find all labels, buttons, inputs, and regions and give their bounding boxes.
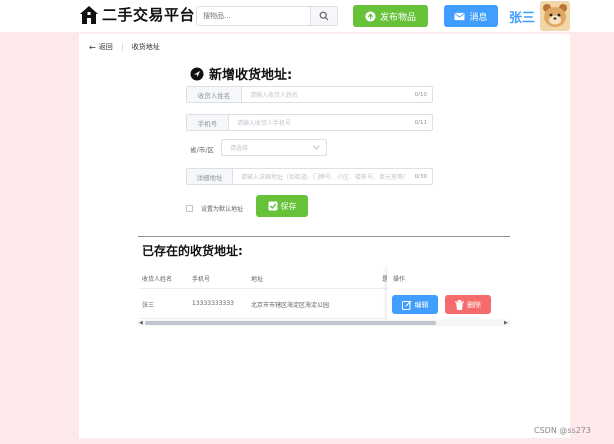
receiver-label: 收货人姓名 xyxy=(187,87,242,102)
site-title: 二手交易平台 xyxy=(102,6,196,24)
phone-label: 手机号 xyxy=(187,115,229,130)
breadcrumb: ← 返回 收货地址 xyxy=(89,42,160,52)
cell-address: 北京市市辖区海淀区海淀公园 xyxy=(251,302,330,309)
phone-input[interactable]: 请输入收货人手机号 xyxy=(229,115,415,130)
chevron-down-icon xyxy=(313,145,320,150)
region-placeholder: 请选择 xyxy=(230,145,249,152)
cell-name: 张三 xyxy=(142,302,155,309)
site-logo[interactable]: 二手交易平台 xyxy=(79,4,195,25)
checkbox-box[interactable] xyxy=(186,205,193,212)
search-button[interactable] xyxy=(310,6,338,26)
message-label: 消息 xyxy=(469,12,488,23)
column-header-address: 地址 xyxy=(251,276,264,283)
search-input[interactable] xyxy=(196,6,310,26)
home-icon xyxy=(80,5,98,24)
default-address-label: 设置为默认地址 xyxy=(201,206,244,213)
scroll-right-arrow-icon[interactable]: ▶ xyxy=(504,320,508,326)
trash-icon xyxy=(455,299,464,310)
receiver-field: 收货人姓名 请输入收货人姓名 0/10 xyxy=(186,86,433,103)
watermark: CSDN @ss273 xyxy=(534,426,591,435)
delete-button[interactable]: 删除 xyxy=(445,295,491,314)
save-label: 保存 xyxy=(280,201,297,211)
search-icon xyxy=(319,11,329,21)
scrollbar-thumb[interactable] xyxy=(145,321,436,325)
edit-button[interactable]: 编辑 xyxy=(392,295,438,314)
edit-label: 编辑 xyxy=(414,300,429,309)
column-header-phone: 手机号 xyxy=(192,276,211,283)
page-title: 收货地址 xyxy=(131,43,160,51)
cell-phone: 13333333333 xyxy=(192,300,234,307)
detail-input[interactable]: 请输入详细地址（如街道、门牌号、小区、楼栋号、单元室等） xyxy=(233,169,415,184)
avatar[interactable] xyxy=(540,1,570,31)
detail-label: 详细地址 xyxy=(187,169,233,184)
saved-addresses-title: 已存在的收货地址: xyxy=(142,244,243,258)
message-icon xyxy=(454,12,466,20)
delete-label: 删除 xyxy=(467,300,481,309)
edit-icon xyxy=(401,300,411,310)
phone-field: 手机号 请输入收货人手机号 0/11 xyxy=(186,114,433,131)
publish-button[interactable]: 发布物品 xyxy=(353,5,428,27)
detail-count: 0/30 xyxy=(414,173,427,180)
form-title: 新增收货地址: xyxy=(190,64,292,83)
publish-label: 发布物品 xyxy=(379,12,416,23)
top-header: 二手交易平台 发布物品 消息 张三 xyxy=(0,0,614,32)
back-link[interactable]: 返回 xyxy=(99,42,113,52)
region-select[interactable]: 请选择 xyxy=(221,139,327,156)
back-arrow-icon[interactable]: ← xyxy=(89,43,96,52)
receiver-input[interactable]: 请输入收货人姓名 xyxy=(242,87,415,102)
avatar-image xyxy=(540,1,570,31)
default-address-checkbox[interactable]: 设置为默认地址 xyxy=(186,204,243,213)
scroll-left-arrow-icon[interactable]: ◀ xyxy=(139,320,143,326)
save-button[interactable]: 保存 xyxy=(256,195,308,217)
main-card: ← 返回 收货地址 新增收货地址: 收货人姓名 请输入收货人姓名 0/10 手机… xyxy=(79,34,570,438)
check-icon xyxy=(268,201,277,211)
breadcrumb-divider xyxy=(121,42,123,52)
message-button[interactable]: 消息 xyxy=(444,5,498,27)
username[interactable]: 张三 xyxy=(509,7,535,26)
search-bar xyxy=(196,6,338,26)
section-divider xyxy=(138,236,510,237)
region-label: 省/市/区 xyxy=(190,146,214,154)
form-title-text: 新增收货地址: xyxy=(209,68,293,83)
column-header-actions: 操作 xyxy=(393,276,406,283)
phone-count: 0/11 xyxy=(414,119,427,126)
location-icon xyxy=(190,67,204,80)
column-header-name: 收货人姓名 xyxy=(142,276,173,283)
publish-icon xyxy=(365,10,376,22)
detail-field: 详细地址 请输入详细地址（如街道、门牌号、小区、楼栋号、单元室等） 0/30 xyxy=(186,168,433,185)
receiver-count: 0/10 xyxy=(414,91,427,98)
